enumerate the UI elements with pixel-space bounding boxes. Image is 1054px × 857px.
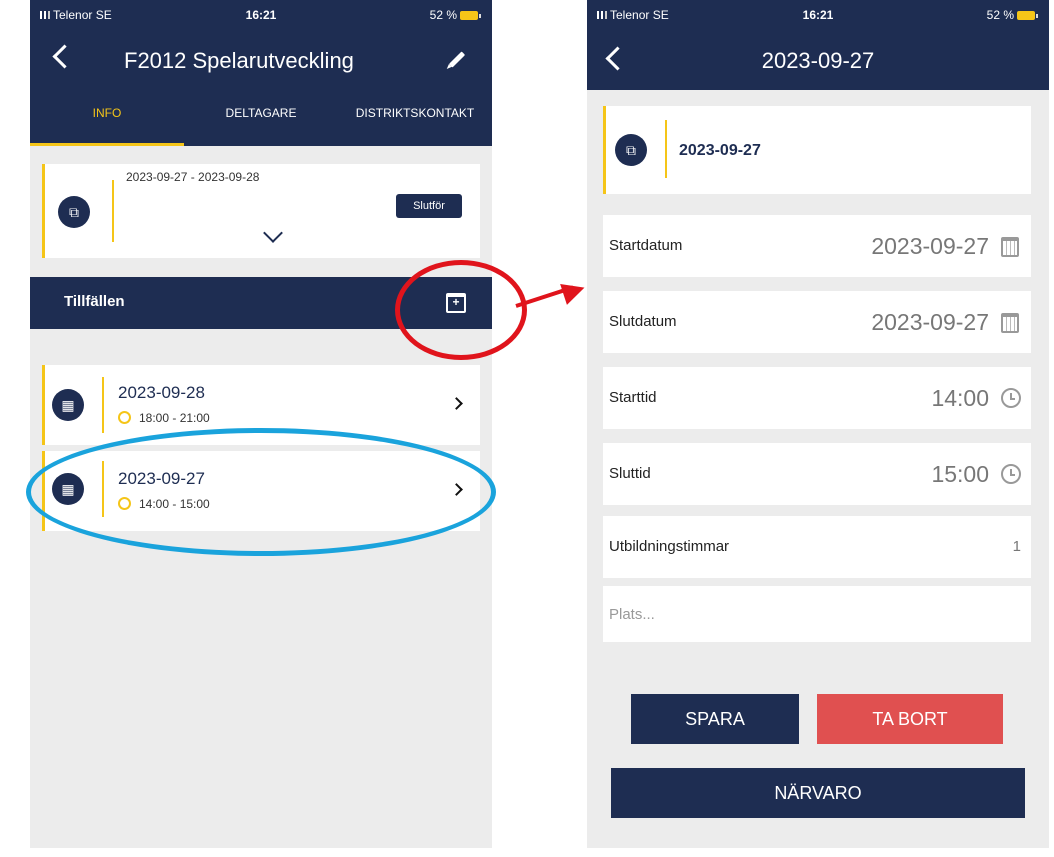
active-tab-indicator bbox=[30, 143, 184, 146]
phone-screen-session: Telenor SE 16:21 52 % 2023-09-27 ⧉ 2023-… bbox=[587, 0, 1049, 848]
training-hours-value: 1 bbox=[1012, 538, 1021, 555]
end-date-value: 2023-09-27 bbox=[871, 309, 989, 335]
copy-icon: ⧉ bbox=[615, 134, 647, 166]
status-time: 16:21 bbox=[802, 8, 834, 22]
course-card: ⧉ 2023-09-27 - 2023-09-28 Slutför bbox=[42, 164, 480, 258]
start-date-field[interactable]: Startdatum 2023-09-27 bbox=[603, 215, 1031, 277]
end-time-field[interactable]: Sluttid 15:00 bbox=[603, 443, 1031, 505]
tab-bar: INFO DELTAGARE DISTRIKTSKONTAKT bbox=[30, 90, 492, 146]
page-title: F2012 Spelarutveckling bbox=[124, 48, 354, 73]
start-date-label: Startdatum bbox=[609, 237, 683, 254]
end-time-label: Sluttid bbox=[609, 465, 651, 482]
training-hours-field[interactable]: Utbildningstimmar 1 bbox=[603, 516, 1031, 578]
course-header: Telenor SE 16:21 52 % F2012 Spelarutveck… bbox=[30, 0, 492, 146]
delete-button[interactable]: TA BORT bbox=[817, 694, 1003, 744]
page-title: 2023-09-27 bbox=[761, 48, 875, 73]
summary-date: 2023-09-27 bbox=[679, 142, 761, 159]
annotation-red-arrow-head bbox=[560, 277, 588, 305]
session-summary-card: ⧉ 2023-09-27 bbox=[603, 106, 1031, 194]
finish-button[interactable]: Slutför bbox=[396, 194, 462, 218]
separator bbox=[665, 120, 667, 178]
attendance-button[interactable]: NÄRVARO bbox=[611, 768, 1025, 818]
calendar-icon bbox=[1001, 313, 1019, 333]
end-date-label: Slutdatum bbox=[609, 313, 677, 330]
separator bbox=[102, 377, 104, 433]
place-field[interactable]: Plats... bbox=[603, 586, 1031, 642]
tab-info[interactable]: INFO bbox=[30, 90, 184, 146]
start-time-field[interactable]: Starttid 14:00 bbox=[603, 367, 1031, 429]
battery-icon bbox=[460, 11, 481, 20]
training-hours-label: Utbildningstimmar bbox=[609, 538, 730, 555]
clock-icon bbox=[118, 411, 131, 424]
session-time-label: 18:00 - 21:00 bbox=[139, 411, 210, 425]
course-date-range: 2023-09-27 - 2023-09-28 bbox=[126, 170, 260, 184]
chevron-down-icon[interactable] bbox=[263, 223, 283, 243]
copy-icon: ⧉ bbox=[58, 196, 90, 228]
card-accent bbox=[603, 106, 606, 194]
chevron-right-icon bbox=[450, 397, 463, 410]
session-header: Telenor SE 16:21 52 % 2023-09-27 bbox=[587, 0, 1049, 90]
edit-icon[interactable] bbox=[448, 51, 466, 68]
battery-percent: 52 % bbox=[986, 8, 1014, 22]
sessions-title: Tillfällen bbox=[64, 293, 125, 310]
phone-screen-course: Telenor SE 16:21 52 % F2012 Spelarutveck… bbox=[30, 0, 492, 848]
save-button[interactable]: SPARA bbox=[631, 694, 799, 744]
place-input[interactable]: Plats... bbox=[609, 606, 655, 623]
annotation-red-circle bbox=[395, 260, 527, 360]
tab-distriktskontakt[interactable]: DISTRIKTSKONTAKT bbox=[338, 90, 492, 146]
end-time-value: 15:00 bbox=[931, 461, 989, 487]
row-accent bbox=[42, 365, 45, 445]
clock-icon bbox=[1001, 388, 1021, 408]
battery-icon bbox=[1017, 11, 1038, 20]
session-date: 2023-09-28 bbox=[118, 383, 205, 402]
back-icon[interactable] bbox=[52, 44, 77, 69]
annotation-blue-ellipse bbox=[26, 428, 496, 556]
session-time: 18:00 - 21:00 bbox=[118, 411, 210, 425]
status-bar: Telenor SE 16:21 52 % bbox=[587, 0, 1049, 30]
battery-percent: 52 % bbox=[429, 8, 457, 22]
end-date-field[interactable]: Slutdatum 2023-09-27 bbox=[603, 291, 1031, 353]
clock-icon bbox=[1001, 464, 1021, 484]
separator bbox=[112, 180, 114, 242]
tab-deltagare[interactable]: DELTAGARE bbox=[184, 90, 338, 146]
start-time-label: Starttid bbox=[609, 389, 657, 406]
start-time-value: 14:00 bbox=[931, 385, 989, 411]
calendar-icon bbox=[1001, 237, 1019, 257]
status-time: 16:21 bbox=[245, 8, 277, 22]
start-date-value: 2023-09-27 bbox=[871, 233, 989, 259]
calendar-icon: ▦ bbox=[52, 389, 84, 421]
status-bar: Telenor SE 16:21 52 % bbox=[30, 0, 492, 30]
card-accent bbox=[42, 164, 45, 258]
